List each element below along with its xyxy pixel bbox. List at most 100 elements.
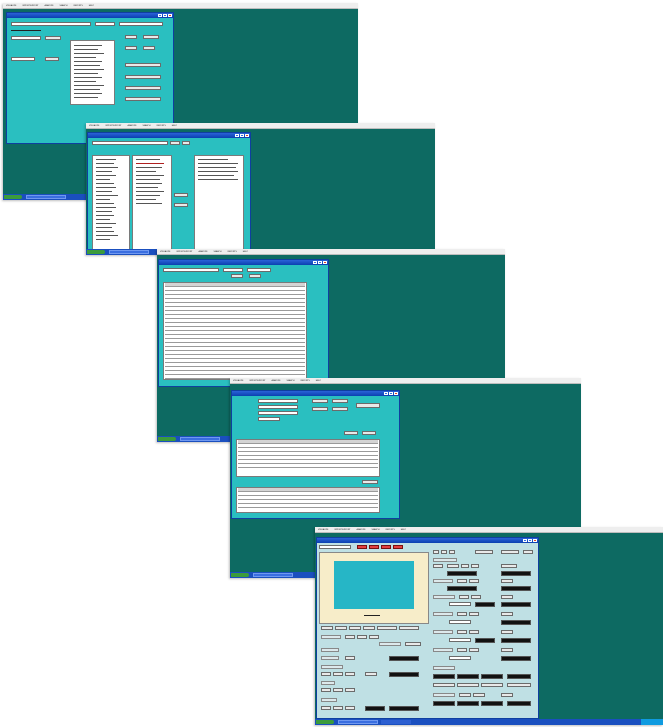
list-item[interactable]: [136, 191, 164, 192]
radio-option[interactable]: [335, 626, 347, 630]
list-item[interactable]: [136, 163, 164, 164]
control-button[interactable]: [473, 693, 485, 697]
close-panel-button[interactable]: [362, 431, 376, 435]
control-button[interactable]: [471, 564, 479, 568]
slider-track[interactable]: [449, 620, 471, 624]
option-button[interactable]: [143, 35, 159, 39]
record-name-field[interactable]: [258, 405, 298, 409]
slider-track[interactable]: [449, 602, 471, 606]
results-table[interactable]: [163, 282, 307, 380]
control-button[interactable]: [501, 612, 513, 616]
list-item[interactable]: [96, 239, 110, 240]
selected-list[interactable]: [132, 155, 172, 252]
menu-item[interactable]: SEARCH: [371, 528, 379, 532]
control-button[interactable]: [457, 579, 467, 583]
list-item[interactable]: [96, 203, 114, 204]
find-button[interactable]: [45, 36, 61, 40]
close-icon[interactable]: [323, 261, 327, 264]
search-field[interactable]: [11, 22, 91, 26]
list-item[interactable]: [96, 167, 118, 168]
save-button[interactable]: [312, 399, 328, 403]
option-button[interactable]: [125, 35, 137, 39]
list-item[interactable]: [96, 227, 112, 228]
list-item[interactable]: [136, 159, 160, 160]
list-item[interactable]: [96, 163, 114, 164]
menu-item[interactable]: SEARCH: [286, 379, 294, 383]
menu-item[interactable]: ANALYZE: [45, 4, 54, 8]
menu-item[interactable]: ANALYZE: [199, 250, 208, 254]
control-button[interactable]: [501, 579, 513, 583]
source-list[interactable]: [92, 155, 130, 252]
control-button[interactable]: [457, 648, 467, 652]
list-item[interactable]: [136, 195, 160, 196]
toggle-button[interactable]: [501, 550, 519, 554]
list-item[interactable]: [74, 89, 100, 90]
menu-item[interactable]: VISUALIZE: [160, 250, 170, 254]
minimize-icon[interactable]: [523, 539, 527, 542]
menu-item[interactable]: IMPORT/EXPORT: [249, 379, 265, 383]
start-button-icon[interactable]: [231, 573, 249, 577]
taskbar-app-button[interactable]: [109, 250, 149, 254]
list-item[interactable]: [136, 187, 158, 188]
toggle-button[interactable]: [449, 550, 455, 554]
new-button[interactable]: [312, 407, 328, 411]
alert-button[interactable]: [393, 545, 403, 549]
minimize-icon[interactable]: [235, 134, 239, 137]
taskbar-app-button[interactable]: [253, 573, 293, 577]
maximize-icon[interactable]: [318, 261, 322, 264]
type-dropdown[interactable]: [119, 22, 163, 26]
minimize-icon[interactable]: [158, 14, 162, 17]
list-item[interactable]: [96, 219, 110, 220]
list-item[interactable]: [96, 187, 116, 188]
go-button[interactable]: [45, 57, 59, 61]
record-id-field[interactable]: [258, 399, 298, 403]
table-row[interactable]: [238, 464, 378, 468]
reset-button[interactable]: [182, 141, 190, 145]
step-button[interactable]: [321, 706, 331, 710]
radio-option[interactable]: [363, 626, 375, 630]
maximize-icon[interactable]: [528, 539, 532, 542]
menu-item[interactable]: SEARCH: [213, 250, 221, 254]
close-icon[interactable]: [533, 539, 537, 542]
edit-button[interactable]: [332, 399, 348, 403]
radio-option[interactable]: [377, 626, 397, 630]
start-button-icon[interactable]: [316, 720, 334, 724]
alert-button[interactable]: [381, 545, 391, 549]
step-button[interactable]: [365, 672, 377, 676]
menu-item[interactable]: HELP: [243, 250, 248, 254]
menu-item[interactable]: REPORTS: [386, 528, 395, 532]
menu-item[interactable]: IMPORT/EXPORT: [334, 528, 350, 532]
move-right-button[interactable]: [174, 193, 188, 197]
apply-button[interactable]: [170, 141, 180, 145]
list-item[interactable]: [74, 97, 98, 98]
radio-option[interactable]: [321, 626, 333, 630]
radio-option[interactable]: [399, 626, 419, 630]
list-item[interactable]: [96, 231, 114, 232]
details-button[interactable]: [356, 403, 380, 408]
taskbar-app-button[interactable]: [338, 720, 378, 724]
control-button[interactable]: [469, 648, 479, 652]
list-item[interactable]: [96, 211, 112, 212]
taskbar-app-button[interactable]: [26, 195, 66, 199]
minimize-icon[interactable]: [384, 392, 388, 395]
menu-item[interactable]: ANALYZE: [272, 379, 281, 383]
taskbar-app-button[interactable]: [381, 720, 411, 724]
toggle-button[interactable]: [441, 550, 447, 554]
list-item[interactable]: [96, 183, 114, 184]
list-item[interactable]: [74, 45, 102, 46]
list-item[interactable]: [74, 65, 100, 66]
query-field[interactable]: [163, 268, 219, 272]
toggle-button[interactable]: [523, 550, 533, 554]
menu-item[interactable]: ANALYZE: [128, 124, 137, 128]
control-button[interactable]: [501, 630, 513, 634]
name-field[interactable]: [11, 36, 41, 40]
slider-track[interactable]: [449, 638, 471, 642]
control-button[interactable]: [469, 630, 479, 634]
list-item[interactable]: [96, 223, 116, 224]
step-button[interactable]: [321, 688, 331, 692]
source-dropdown[interactable]: [319, 545, 351, 549]
close-icon[interactable]: [394, 392, 398, 395]
value-field[interactable]: [11, 57, 35, 61]
refresh-button[interactable]: [344, 431, 358, 435]
start-button-icon[interactable]: [87, 250, 105, 254]
